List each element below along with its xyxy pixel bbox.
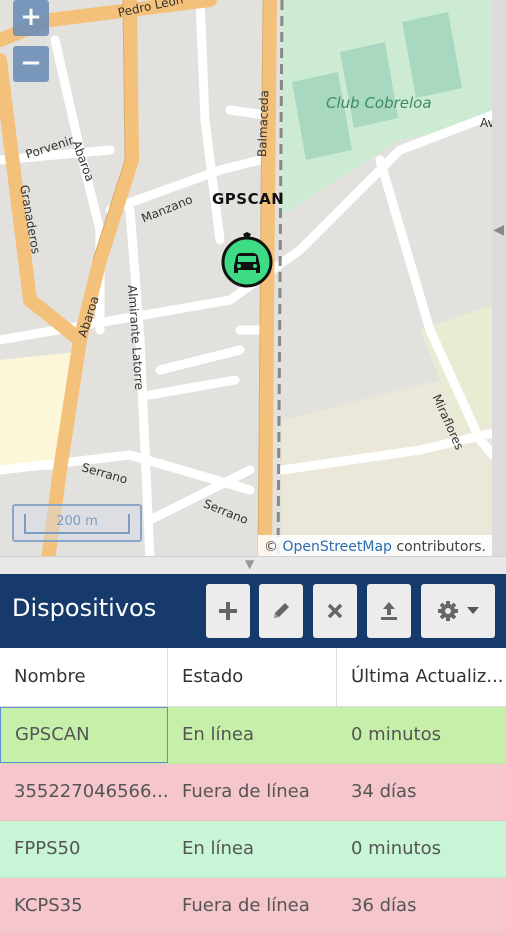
gear-icon: [438, 601, 458, 621]
upload-button[interactable]: [367, 584, 411, 638]
close-icon: [327, 603, 343, 619]
chevron-down-icon: ▼: [245, 557, 255, 571]
panel-title: Dispositivos: [12, 594, 157, 622]
attribution-suffix: contributors.: [396, 539, 486, 555]
column-header-name[interactable]: Nombre: [0, 648, 168, 706]
zoom-in-button[interactable]: +: [13, 0, 49, 36]
plus-icon: [219, 602, 237, 620]
panel-resize-handle[interactable]: ▼: [0, 556, 506, 575]
device-status: En línea: [182, 838, 255, 859]
device-status: Fuera de línea: [182, 895, 310, 916]
copyright-symbol: ©: [264, 539, 279, 555]
table-header: Nombre Estado Última Actualiz...: [0, 648, 506, 707]
device-last-update: 36 días: [351, 895, 417, 916]
side-panel-handle[interactable]: ◀: [492, 0, 506, 560]
caret-down-icon: [467, 607, 479, 614]
table-row[interactable]: 355227046566... Fuera de línea 34 días: [0, 764, 506, 821]
pencil-icon: [274, 603, 289, 618]
zoom-out-button[interactable]: −: [13, 46, 49, 82]
openstreetmap-link[interactable]: OpenStreetMap: [282, 539, 391, 555]
device-name: 355227046566...: [14, 781, 168, 802]
device-status: En línea: [182, 724, 255, 745]
vehicle-marker[interactable]: [221, 232, 273, 288]
devices-table: Nombre Estado Última Actualiz... GPSCAN …: [0, 648, 506, 935]
zoom-control: + −: [13, 0, 49, 86]
column-header-last-update[interactable]: Última Actualiz...: [337, 648, 506, 706]
car-icon: [221, 232, 273, 288]
park-label: Club Cobreloa: [326, 94, 432, 112]
remove-device-button[interactable]: [313, 584, 357, 638]
scale-label: 200 m: [24, 514, 130, 534]
device-last-update: 0 minutos: [351, 724, 441, 745]
device-name: FPPS50: [14, 838, 81, 859]
map-scale: 200 m: [12, 504, 142, 542]
device-name: GPSCAN: [0, 707, 168, 763]
table-row[interactable]: KCPS35 Fuera de línea 36 días: [0, 878, 506, 935]
chevron-left-icon: ◀: [493, 222, 504, 238]
vehicle-label: GPSCAN: [212, 190, 285, 208]
settings-dropdown-button[interactable]: [421, 584, 495, 638]
street-label: Balmaceda: [255, 89, 272, 158]
add-device-button[interactable]: [206, 584, 250, 638]
edit-device-button[interactable]: [259, 584, 303, 638]
device-last-update: 34 días: [351, 781, 417, 802]
column-header-status[interactable]: Estado: [168, 648, 337, 706]
table-row[interactable]: GPSCAN En línea 0 minutos: [0, 707, 506, 764]
devices-panel-header: Dispositivos: [0, 574, 506, 648]
map-view[interactable]: Pedro León Porvenir Abaroa Abaroa Granad…: [0, 0, 506, 560]
table-row[interactable]: FPPS50 En línea 0 minutos: [0, 821, 506, 878]
device-last-update: 0 minutos: [351, 838, 441, 859]
device-status: Fuera de línea: [182, 781, 310, 802]
upload-icon: [381, 602, 397, 620]
device-name: KCPS35: [14, 895, 83, 916]
